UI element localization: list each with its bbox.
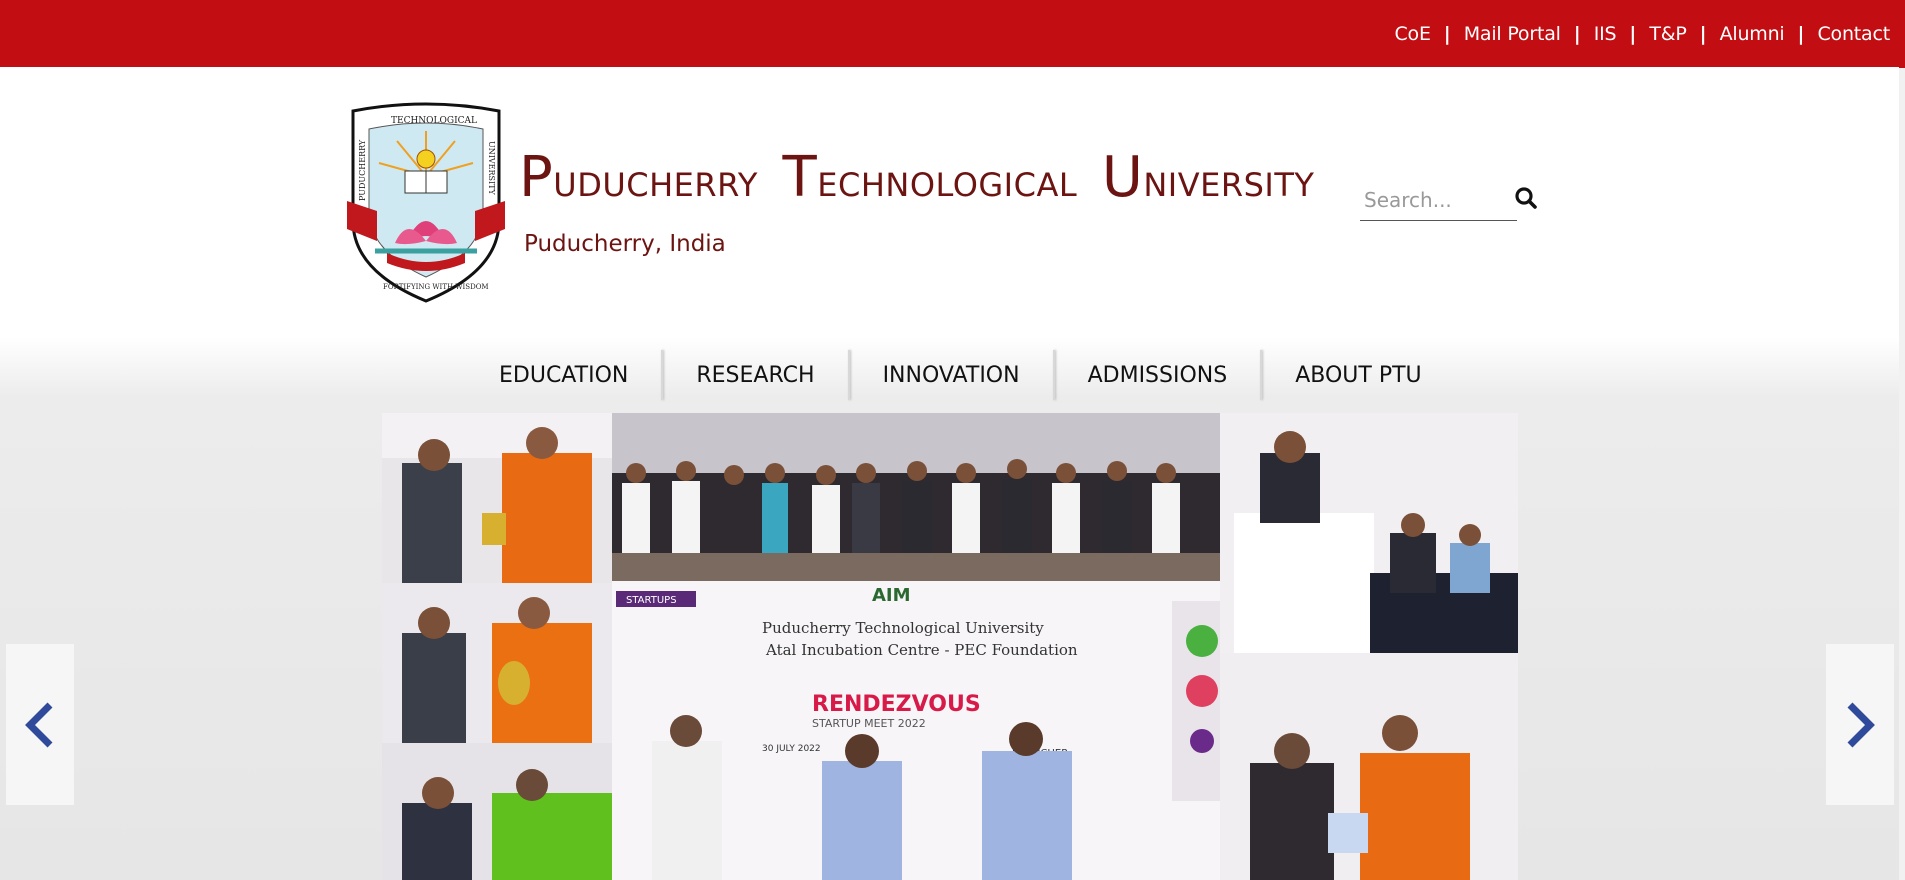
slide-banner-line2: Atal Incubation Centre - PEC Foundation [765,641,1078,659]
slider-prev-button[interactable] [6,644,74,805]
top-links: CoE | Mail Portal | IIS | T&P | Alumni |… [1394,0,1890,67]
university-title: PUDUCHERRY TECHNOLOGICAL UNIVERSITY [519,150,1328,206]
slide-date: 30 JULY 2022 [762,744,821,754]
nav-item-about-ptu[interactable]: ABOUT PTU [1262,350,1454,400]
university-logo[interactable]: TECHNOLOGICAL PUDUCHERRY UNIVERSITY FORT… [347,101,505,305]
logo-left-text: PUDUCHERRY [358,139,367,201]
slide-photo-award-1 [382,413,612,583]
slide-photo-group [612,413,1220,581]
nav-item-education[interactable]: EDUCATION [466,350,661,400]
top-link-alumni[interactable]: Alumni [1720,23,1785,45]
slider-next-button[interactable] [1826,644,1894,805]
slide-photo-award-2 [382,583,612,743]
slide-event-name: RENDEZVOUS [812,692,981,717]
page-scrollbar[interactable] [1899,0,1905,880]
slide-photo-panel [1220,413,1518,653]
chevron-left-icon [25,702,53,747]
slide-banner-line1: Puducherry Technological University [762,619,1044,637]
top-link-separator: | [1629,22,1637,45]
title-word: UNIVERSITY [1101,145,1315,210]
top-link-iis[interactable]: IIS [1594,23,1617,45]
nav-item-innovation[interactable]: INNOVATION [850,350,1053,400]
top-link-separator: | [1573,22,1581,45]
hero-slide: STARTUPS AIM Puducherry Technological Un… [382,413,1518,880]
scrollbar-thumb[interactable] [1899,0,1905,68]
chevron-right-icon [1847,702,1875,747]
top-link-coe[interactable]: CoE [1394,23,1430,45]
logo-top-text: TECHNOLOGICAL [391,116,477,126]
slide-tag-startups: STARTUPS [626,595,677,606]
slide-photo-award-4 [1220,653,1518,880]
search-icon[interactable] [1513,185,1539,211]
university-location: Puducherry, India [524,231,726,257]
top-bar: CoE | Mail Portal | IIS | T&P | Alumni |… [0,0,1905,67]
top-link-tp[interactable]: T&P [1649,23,1686,45]
logo-motto-text: FORTIFYING WITH WISDOM [383,283,489,291]
top-link-separator: | [1443,22,1451,45]
title-word: TECHNOLOGICAL [782,145,1078,210]
search-box [1360,184,1518,221]
slide-tag-aim: AIM [872,585,911,606]
slide-photo-award-3 [382,743,612,880]
nav-item-admissions[interactable]: ADMISSIONS [1055,350,1261,400]
top-link-separator: | [1699,22,1707,45]
nav-item-research[interactable]: RESEARCH [663,350,847,400]
logo-right-text: UNIVERSITY [487,141,496,196]
top-link-mail-portal[interactable]: Mail Portal [1464,23,1561,45]
top-link-contact[interactable]: Contact [1817,23,1890,45]
slide-event-sub: STARTUP MEET 2022 [812,717,926,730]
search-input[interactable] [1360,184,1518,216]
top-link-separator: | [1797,22,1805,45]
slide-photo-event: STARTUPS AIM Puducherry Technological Un… [612,581,1220,880]
title-word: PUDUCHERRY [519,145,758,210]
main-nav: EDUCATION RESEARCH INNOVATION ADMISSIONS… [466,345,1455,405]
